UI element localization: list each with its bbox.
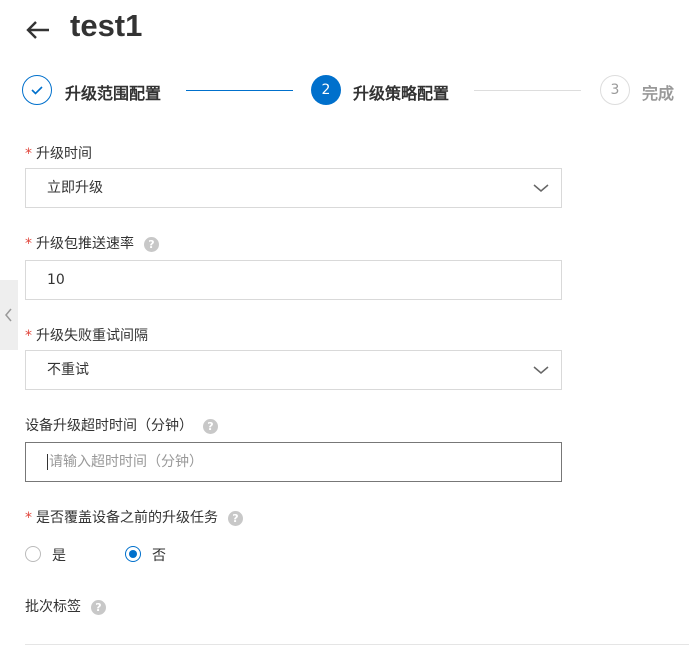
step-3-number: 3 bbox=[600, 75, 630, 105]
push-rate-label: * 升级包推送速率? bbox=[25, 233, 159, 253]
side-collapse-handle[interactable] bbox=[0, 280, 18, 350]
divider bbox=[25, 644, 689, 645]
radio-yes-label: 是 bbox=[52, 548, 66, 564]
step-connector bbox=[186, 90, 293, 91]
radio-no-label: 否 bbox=[152, 548, 166, 564]
step-2-label: 升级策略配置 bbox=[353, 84, 450, 103]
chevron-left-icon bbox=[5, 308, 12, 322]
radio-yes[interactable] bbox=[25, 546, 41, 562]
upgrade-time-label: * 升级时间 bbox=[25, 146, 92, 162]
retry-interval-select[interactable]: 不重试 bbox=[25, 350, 562, 390]
radio-no[interactable] bbox=[125, 546, 141, 562]
back-arrow-icon[interactable] bbox=[24, 16, 52, 44]
step-connector bbox=[474, 90, 581, 91]
help-icon[interactable]: ? bbox=[228, 510, 243, 526]
page-title: test1 bbox=[70, 8, 143, 43]
upgrade-time-select[interactable]: 立即升级 bbox=[25, 168, 562, 208]
help-icon[interactable]: ? bbox=[144, 236, 159, 252]
chevron-down-icon bbox=[533, 366, 549, 374]
help-icon[interactable]: ? bbox=[203, 418, 218, 434]
help-icon[interactable]: ? bbox=[91, 599, 106, 615]
retry-interval-label: * 升级失败重试间隔 bbox=[25, 328, 148, 344]
step-1-label: 升级范围配置 bbox=[65, 84, 162, 103]
chevron-down-icon bbox=[533, 184, 549, 192]
timeout-input[interactable]: 请输入超时时间（分钟） bbox=[25, 442, 562, 482]
step-3-label: 完成 bbox=[642, 84, 675, 103]
step-2-number: 2 bbox=[311, 75, 341, 105]
batch-tag-label: 批次标签? bbox=[25, 596, 106, 616]
push-rate-input[interactable]: 10 bbox=[25, 260, 562, 300]
step-1-check-icon bbox=[22, 75, 52, 105]
override-label: * 是否覆盖设备之前的升级任务? bbox=[25, 507, 243, 527]
timeout-label: 设备升级超时时间（分钟）? bbox=[25, 415, 218, 435]
